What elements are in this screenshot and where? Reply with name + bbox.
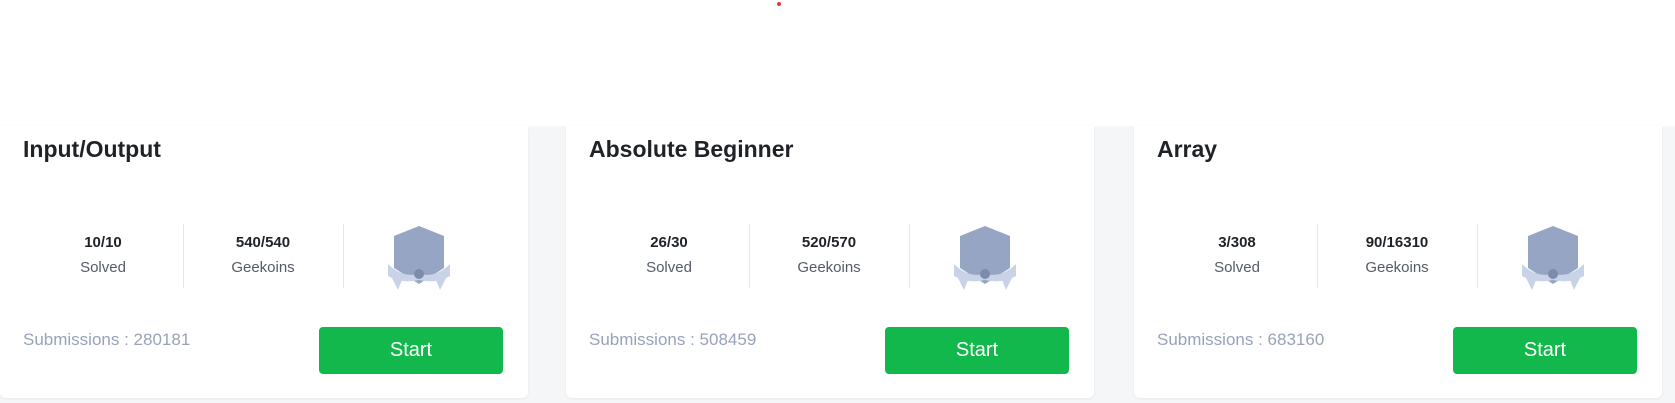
shield-badge-icon [1522,226,1584,290]
solved-stat: 3/308 Solved [1157,224,1317,290]
start-button[interactable]: Start [1453,327,1637,374]
geekoins-stat: 540/540 Geekoins [183,224,343,290]
geekoins-stat: 520/570 Geekoins [749,224,909,290]
course-card: Absolute Beginner 26/30 Solved 520/570 G… [566,126,1094,398]
geekoins-label: Geekoins [1365,259,1429,276]
shield-badge-icon [388,226,450,290]
course-card: Array 3/308 Solved 90/16310 Geekoins Sub… [1134,126,1662,398]
card-title: Absolute Beginner [589,136,794,162]
geekoins-label: Geekoins [231,259,295,276]
solved-value: 3/308 [1218,234,1256,251]
geekoins-value: 520/570 [801,234,857,251]
stat-divider [909,224,910,288]
card-title: Array [1157,136,1218,162]
card-stats: 10/10 Solved 540/540 Geekoins [23,224,503,290]
solved-label: Solved [80,259,126,276]
course-card: Input/Output 10/10 Solved 540/540 Geekoi… [0,126,528,398]
submissions-count: Submissions : 683160 [1157,330,1325,349]
card-stats: 26/30 Solved 520/570 Geekoins [589,224,1069,290]
submissions-count: Submissions : 508459 [589,330,757,349]
start-button[interactable]: Start [319,327,503,374]
stat-divider [1477,224,1478,288]
solved-stat: 26/30 Solved [589,224,749,290]
shield-badge-icon [954,226,1016,290]
card-stats: 3/308 Solved 90/16310 Geekoins [1157,224,1637,290]
start-button[interactable]: Start [885,327,1069,374]
stat-divider [343,224,344,288]
solved-label: Solved [1214,259,1260,276]
geekoins-stat: 90/16310 Geekoins [1317,224,1477,290]
geekoins-value: 540/540 [235,234,291,251]
solved-value: 10/10 [84,234,122,251]
indicator-dot [777,2,781,6]
geekoins-value: 90/16310 [1365,234,1429,251]
geekoins-label: Geekoins [797,259,861,276]
solved-label: Solved [646,259,692,276]
card-title: Input/Output [23,136,161,162]
page: Input/Output 10/10 Solved 540/540 Geekoi… [0,0,1675,403]
solved-stat: 10/10 Solved [23,224,183,290]
solved-value: 26/30 [650,234,688,251]
submissions-count: Submissions : 280181 [23,330,191,349]
